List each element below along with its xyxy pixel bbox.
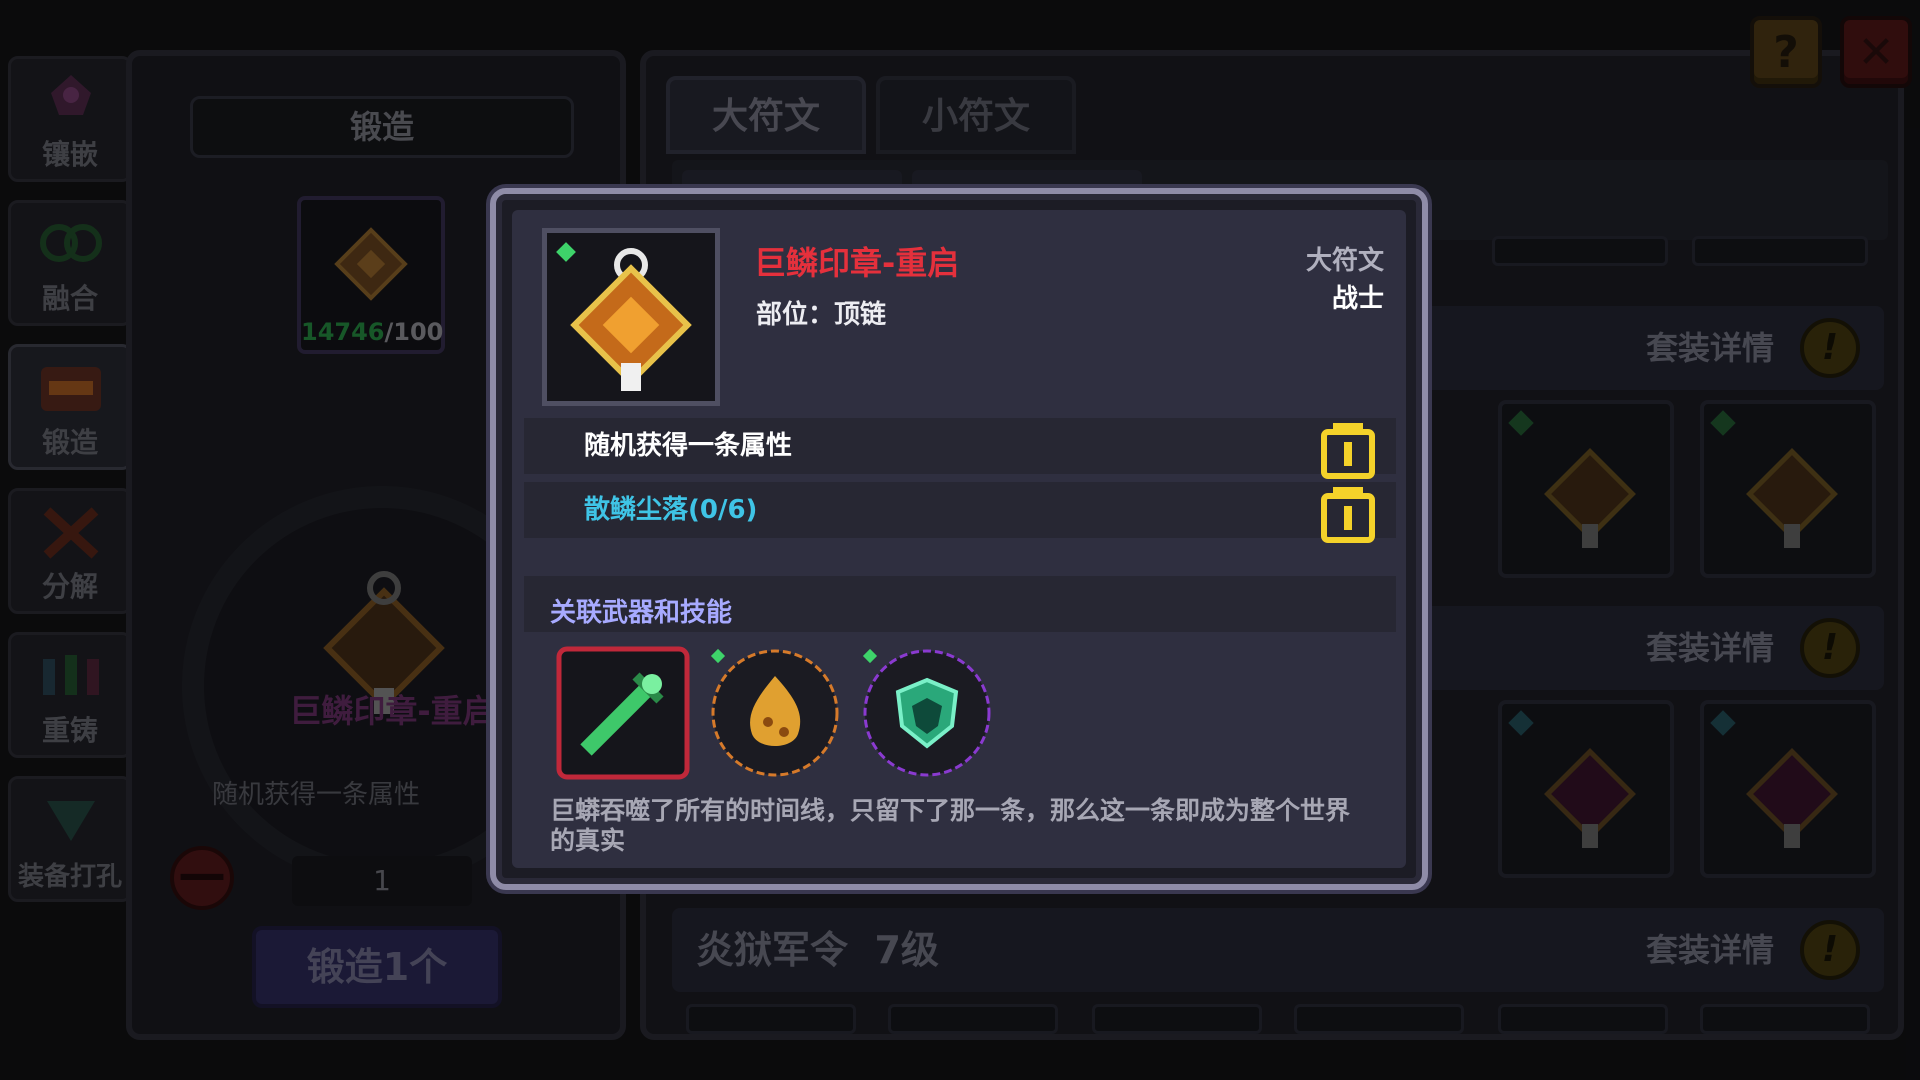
quality-gem-icon <box>1710 710 1736 736</box>
linked-skill-fire-icon[interactable] <box>708 646 842 780</box>
side-tab-label: 锻造 <box>41 426 98 459</box>
side-tab-recast[interactable]: 重铸 <box>8 632 132 758</box>
rune-card[interactable] <box>1700 700 1876 878</box>
lock-icon[interactable] <box>1320 482 1376 544</box>
set-detail-info-icon[interactable]: ! <box>1800 618 1860 678</box>
side-tab-label: 重铸 <box>41 714 98 747</box>
popup-body: 巨鳞印章-重启 部位：顶链 大符文 战士 随机获得一条属性 散鳞尘落(0/6) <box>512 210 1406 868</box>
quality-gem-icon <box>1508 410 1534 436</box>
attribute-text: 随机获得一条属性 <box>584 431 793 461</box>
side-tab-decompose[interactable]: 分解 <box>8 488 132 614</box>
material-count: 14746/100 <box>301 318 444 346</box>
set-detail-label[interactable]: 套装详情 <box>1646 606 1774 690</box>
fusion-icon <box>40 224 102 262</box>
rune-card[interactable] <box>1492 236 1668 266</box>
scale-seal-amulet-icon <box>556 242 692 391</box>
set-effect-text: 散鳞尘落(0/6) <box>584 495 758 525</box>
lock-icon[interactable] <box>1320 418 1376 480</box>
side-tab-inlay[interactable]: 镶嵌 <box>8 56 132 182</box>
set-bar: 炎狱军令 7级 套装详情 ! <box>672 908 1884 992</box>
class-name: 战士 <box>1331 284 1384 314</box>
attribute-row: 随机获得一条属性 <box>524 418 1396 479</box>
recast-icon <box>43 655 99 695</box>
item-icon-frame <box>542 228 720 406</box>
linked-skill-shield-icon[interactable] <box>860 646 994 780</box>
rune-detail-popup: 巨鳞印章-重启 部位：顶链 大符文 战士 随机获得一条属性 散鳞尘落(0/6) <box>490 188 1428 890</box>
inlay-icon <box>51 75 91 115</box>
decompose-icon <box>43 507 99 559</box>
close-button[interactable]: ✕ <box>1840 16 1912 88</box>
side-tab-fusion[interactable]: 融合 <box>8 200 132 326</box>
item-description: 巨蟒吞噬了所有的时间线，只留下了那一条，那么这一条即成为整个世界的真实 <box>550 796 1351 855</box>
item-slot: 部位：顶链 <box>756 300 887 330</box>
forge-title: 锻造 <box>190 96 574 158</box>
quality-gem-icon <box>1508 710 1534 736</box>
set-detail-label[interactable]: 套装详情 <box>1646 908 1774 992</box>
quantity-field[interactable]: 1 <box>292 856 472 906</box>
side-tab-socket[interactable]: 装备打孔 <box>8 776 132 902</box>
rune-card[interactable] <box>1294 1004 1464 1034</box>
rune-amulet-icon <box>1544 448 1636 548</box>
rune-card[interactable] <box>1092 1004 1262 1034</box>
rune-amulet-icon <box>1746 748 1838 848</box>
rune-card[interactable] <box>1498 400 1674 578</box>
set-effect-row: 散鳞尘落(0/6) <box>524 482 1396 543</box>
help-button[interactable]: ? <box>1750 16 1822 88</box>
rune-card[interactable] <box>686 1004 856 1034</box>
rune-material-icon <box>334 227 408 301</box>
set-detail-info-icon[interactable]: ! <box>1800 318 1860 378</box>
set-detail-label[interactable]: 套装详情 <box>1646 306 1774 390</box>
side-tab-forge[interactable]: 锻造 <box>8 344 132 470</box>
material-slot[interactable]: 14746/100 <box>297 196 445 354</box>
side-tab-label: 融合 <box>41 282 98 315</box>
linked-weapon-icon[interactable] <box>556 646 690 780</box>
rune-amulet-icon <box>1746 448 1838 548</box>
rune-card[interactable] <box>1498 700 1674 878</box>
rune-card[interactable] <box>888 1004 1058 1034</box>
socket-drill-icon <box>47 801 95 841</box>
forge-button[interactable]: 锻造1个 <box>252 926 502 1008</box>
set-title: 炎狱军令 7级 <box>696 928 939 972</box>
side-tab-label: 镶嵌 <box>41 138 98 171</box>
rune-card[interactable] <box>1692 236 1868 266</box>
tab-major-rune[interactable]: 大符文 <box>666 76 866 154</box>
decrease-quantity-button[interactable]: — <box>170 846 234 910</box>
game-screen: 镶嵌 融合 锻造 分解 重铸 装备打孔 锻造 14746/100 巨鳞印章-重启… <box>0 0 1920 1080</box>
rune-amulet-icon <box>1544 748 1636 848</box>
set-detail-info-icon[interactable]: ! <box>1800 920 1860 980</box>
side-tab-label: 分解 <box>41 570 98 603</box>
rune-card[interactable] <box>1700 1004 1870 1034</box>
rune-type: 大符文 <box>1305 246 1384 276</box>
tab-minor-rune[interactable]: 小符文 <box>876 76 1076 154</box>
side-tab-label: 装备打孔 <box>17 862 122 892</box>
item-name: 巨鳞印章-重启 <box>754 244 960 282</box>
forge-attr-text: 随机获得一条属性 <box>212 780 421 810</box>
forge-icon <box>41 367 101 411</box>
rune-card[interactable] <box>1700 400 1876 578</box>
linked-weapons-skills-title: 关联武器和技能 <box>550 598 733 628</box>
rune-card[interactable] <box>1498 1004 1668 1034</box>
quality-gem-icon <box>1710 410 1736 436</box>
